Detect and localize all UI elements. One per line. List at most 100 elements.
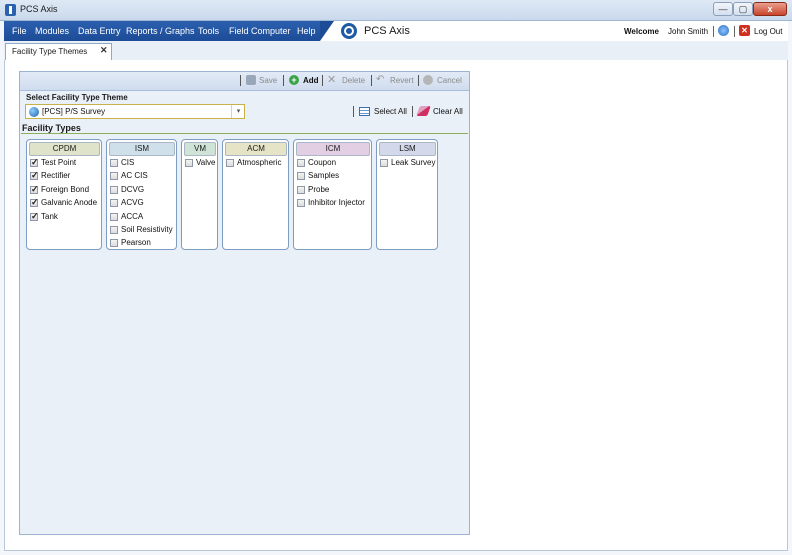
group-icm: ICM Coupon Samples Probe Inhibitor Injector — [293, 139, 372, 250]
close-window-button[interactable]: x — [753, 2, 787, 16]
facility-type-checkbox[interactable] — [380, 159, 388, 167]
facility-type-label: Foreign Bond — [41, 184, 90, 194]
cancel-icon — [423, 75, 433, 85]
facility-type-checkbox[interactable] — [110, 185, 118, 194]
facility-type-label: Soil Resistivity — [121, 225, 173, 234]
facility-type-option[interactable]: Coupon — [294, 158, 369, 169]
theme-dropdown-value: [PCS] P/S Survey — [42, 107, 106, 116]
facility-type-checkbox[interactable] — [185, 159, 193, 167]
menu-bar: File Modules Data Entry Reports / Graphs… — [4, 21, 788, 41]
facility-type-label: Coupon — [308, 158, 337, 167]
window-title: PCS Axis — [20, 4, 58, 14]
facility-type-checkbox[interactable] — [110, 239, 118, 248]
facility-type-option[interactable]: Rectifier — [27, 170, 99, 182]
app-icon — [5, 4, 16, 16]
save-icon — [246, 75, 256, 85]
facility-type-label: Pearson — [121, 238, 151, 248]
revert-button[interactable]: Revert — [390, 76, 414, 85]
facility-type-checkbox[interactable] — [30, 170, 39, 181]
tab-close-icon[interactable]: ✕ — [100, 45, 108, 56]
facility-type-option[interactable]: Pearson — [107, 238, 174, 249]
menu-modules[interactable]: Modules — [35, 26, 69, 36]
facility-type-option[interactable]: Leak Survey — [377, 158, 435, 169]
facility-type-checkbox[interactable] — [297, 172, 305, 181]
facility-type-checkbox[interactable] — [30, 211, 39, 222]
facility-type-option[interactable]: Tank — [27, 211, 99, 223]
facility-type-checkbox[interactable] — [297, 159, 305, 167]
add-button[interactable]: Add — [303, 76, 319, 85]
facility-type-checkbox[interactable] — [110, 226, 118, 234]
group-header: LSM — [379, 142, 436, 156]
menu-data-entry[interactable]: Data Entry — [78, 26, 121, 36]
facility-type-checkbox[interactable] — [226, 159, 234, 167]
facility-type-label: Probe — [308, 184, 330, 194]
pcs-axis-logo-icon — [341, 23, 357, 39]
facility-type-label: Leak Survey — [391, 158, 436, 167]
menu-separator — [713, 26, 714, 37]
facility-type-option[interactable]: Test Point — [27, 157, 99, 169]
maximize-button[interactable]: ▢ — [733, 2, 753, 16]
cancel-button[interactable]: Cancel — [437, 76, 462, 85]
facility-type-label: ACVG — [121, 198, 144, 208]
facility-type-option[interactable]: AC CIS — [107, 171, 174, 182]
logout-link[interactable]: Log Out — [754, 27, 782, 36]
facility-type-checkbox[interactable] — [30, 157, 39, 168]
facility-type-option[interactable]: Galvanic Anode — [27, 197, 99, 209]
group-header: VM — [184, 142, 216, 156]
menu-help[interactable]: Help — [297, 26, 316, 36]
toolbar-separator — [371, 75, 372, 86]
chevron-down-icon[interactable]: ▾ — [231, 105, 245, 118]
save-button[interactable]: Save — [259, 76, 277, 85]
group-cpdm: CPDM Test Point Rectifier Foreign Bond Galva… — [26, 139, 102, 250]
facility-type-checkbox[interactable] — [297, 185, 305, 194]
facility-type-label: AC CIS — [121, 171, 148, 181]
facility-type-option[interactable]: CIS — [107, 158, 174, 169]
facility-type-option[interactable]: ACCA — [107, 212, 174, 223]
toolbar-separator — [322, 75, 323, 86]
menu-separator — [734, 26, 735, 37]
facility-type-label: ACCA — [121, 211, 144, 221]
window-titlebar: PCS Axis — ▢ x — [0, 0, 792, 21]
toolbar-separator — [283, 75, 284, 86]
help-icon[interactable] — [718, 25, 729, 36]
facility-type-option[interactable]: ACVG — [107, 198, 174, 209]
facility-type-checkbox[interactable] — [110, 159, 118, 167]
facility-type-option[interactable]: Samples — [294, 171, 369, 182]
minimize-button[interactable]: — — [713, 2, 733, 16]
menu-reports-graphs[interactable]: Reports / Graphs — [126, 26, 195, 36]
tab-facility-type-themes[interactable]: Facility Type Themes — [5, 43, 112, 60]
group-acm: ACM Atmospheric — [222, 139, 289, 250]
facility-type-option[interactable]: Atmospheric — [223, 158, 286, 169]
facility-type-option[interactable]: Soil Resistivity — [107, 225, 174, 236]
delete-button[interactable]: Delete — [342, 76, 365, 85]
menu-tools[interactable]: Tools — [198, 26, 219, 36]
facility-type-label: DCVG — [121, 184, 145, 194]
add-icon: + — [289, 75, 299, 85]
clear-all-button[interactable]: Clear All — [433, 107, 463, 116]
select-all-button[interactable]: Select All — [374, 107, 407, 116]
facility-type-checkbox[interactable] — [110, 199, 118, 208]
theme-select-label: Select Facility Type Theme — [26, 93, 128, 102]
facility-type-option[interactable]: Valve — [182, 158, 215, 169]
group-ism: ISM CIS AC CIS DCVG ACVG ACCA Soil Resistivity… — [106, 139, 177, 250]
facility-type-checkbox[interactable] — [297, 199, 305, 208]
delete-icon: ✕ — [327, 74, 337, 86]
welcome-label: Welcome — [624, 27, 659, 36]
facility-type-option[interactable]: DCVG — [107, 185, 174, 196]
facility-type-label: Galvanic Anode — [41, 198, 98, 208]
menu-field-computer[interactable]: Field Computer — [229, 26, 291, 36]
globe-icon — [29, 107, 39, 117]
facility-type-checkbox[interactable] — [30, 197, 39, 208]
facility-type-option[interactable]: Inhibitor Injector — [294, 198, 369, 209]
group-header: ICM — [296, 142, 370, 156]
facility-type-label: Inhibitor Injector — [308, 198, 365, 208]
toolbar-separator — [240, 75, 241, 86]
menu-file[interactable]: File — [12, 26, 27, 36]
facility-type-label: Rectifier — [41, 171, 71, 181]
facility-type-checkbox[interactable] — [30, 184, 39, 195]
logout-icon[interactable]: ✕ — [739, 25, 750, 36]
facility-type-checkbox[interactable] — [110, 172, 118, 181]
facility-type-option[interactable]: Probe — [294, 185, 369, 196]
facility-type-checkbox[interactable] — [110, 212, 118, 221]
facility-type-option[interactable]: Foreign Bond — [27, 184, 99, 196]
